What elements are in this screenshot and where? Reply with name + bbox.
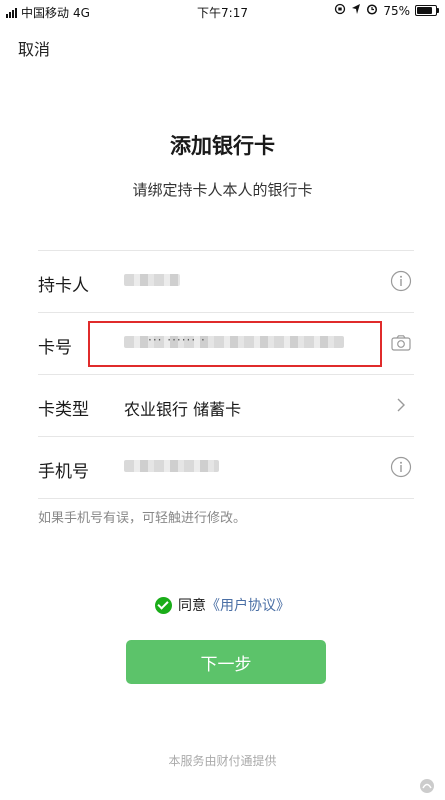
card-number-label: 卡号 <box>38 338 72 358</box>
status-right: 75% <box>334 3 439 18</box>
info-icon[interactable] <box>390 456 412 478</box>
cardholder-label: 持卡人 <box>38 276 89 296</box>
status-bar: 中国移动 4G 下午7:17 75% <box>0 0 445 22</box>
card-type-label: 卡类型 <box>38 400 89 420</box>
cardholder-row[interactable]: 持卡人 <box>38 251 414 313</box>
phone-label: 手机号 <box>38 462 89 482</box>
chevron-right-icon <box>390 394 412 416</box>
card-number-row[interactable]: 卡号 ··· ······ · <box>38 313 414 375</box>
user-agreement-link[interactable]: 《用户协议》 <box>206 595 290 615</box>
watermark-logo <box>419 778 435 794</box>
card-type-row[interactable]: 卡类型 农业银行 储蓄卡 <box>38 375 414 437</box>
orientation-lock-icon <box>334 3 346 18</box>
battery-percent: 75% <box>383 3 410 18</box>
card-number-highlight-box <box>88 321 382 367</box>
service-provider-note: 本服务由财付通提供 <box>168 754 277 768</box>
bank-card-form: 持卡人 卡号 ··· ······ · 卡类型 农业银行 储蓄卡 手机号 <box>38 250 414 499</box>
agreement-prefix: 同意 <box>178 598 206 614</box>
cardholder-value-blurred <box>124 274 180 286</box>
phone-row[interactable]: 手机号 <box>38 437 414 499</box>
phone-hint: 如果手机号有误，可轻触进行修改。 <box>38 511 247 526</box>
next-step-button[interactable]: 下一步 <box>126 640 326 684</box>
cancel-button[interactable]: 取消 <box>18 36 50 60</box>
location-icon <box>351 3 361 18</box>
battery-fill <box>417 7 432 14</box>
phone-value-blurred[interactable] <box>124 460 219 472</box>
camera-icon[interactable] <box>390 332 412 354</box>
alarm-icon <box>366 3 378 18</box>
page-title: 添加银行卡 <box>170 134 275 158</box>
agreement: 同意 《用户协议》 <box>0 595 445 615</box>
page-subtitle: 请绑定持卡人本人的银行卡 <box>132 181 313 199</box>
card-type-value: 农业银行 储蓄卡 <box>124 400 242 419</box>
check-circle-icon[interactable] <box>155 596 172 614</box>
info-icon[interactable] <box>390 270 412 292</box>
battery-icon <box>415 5 439 16</box>
